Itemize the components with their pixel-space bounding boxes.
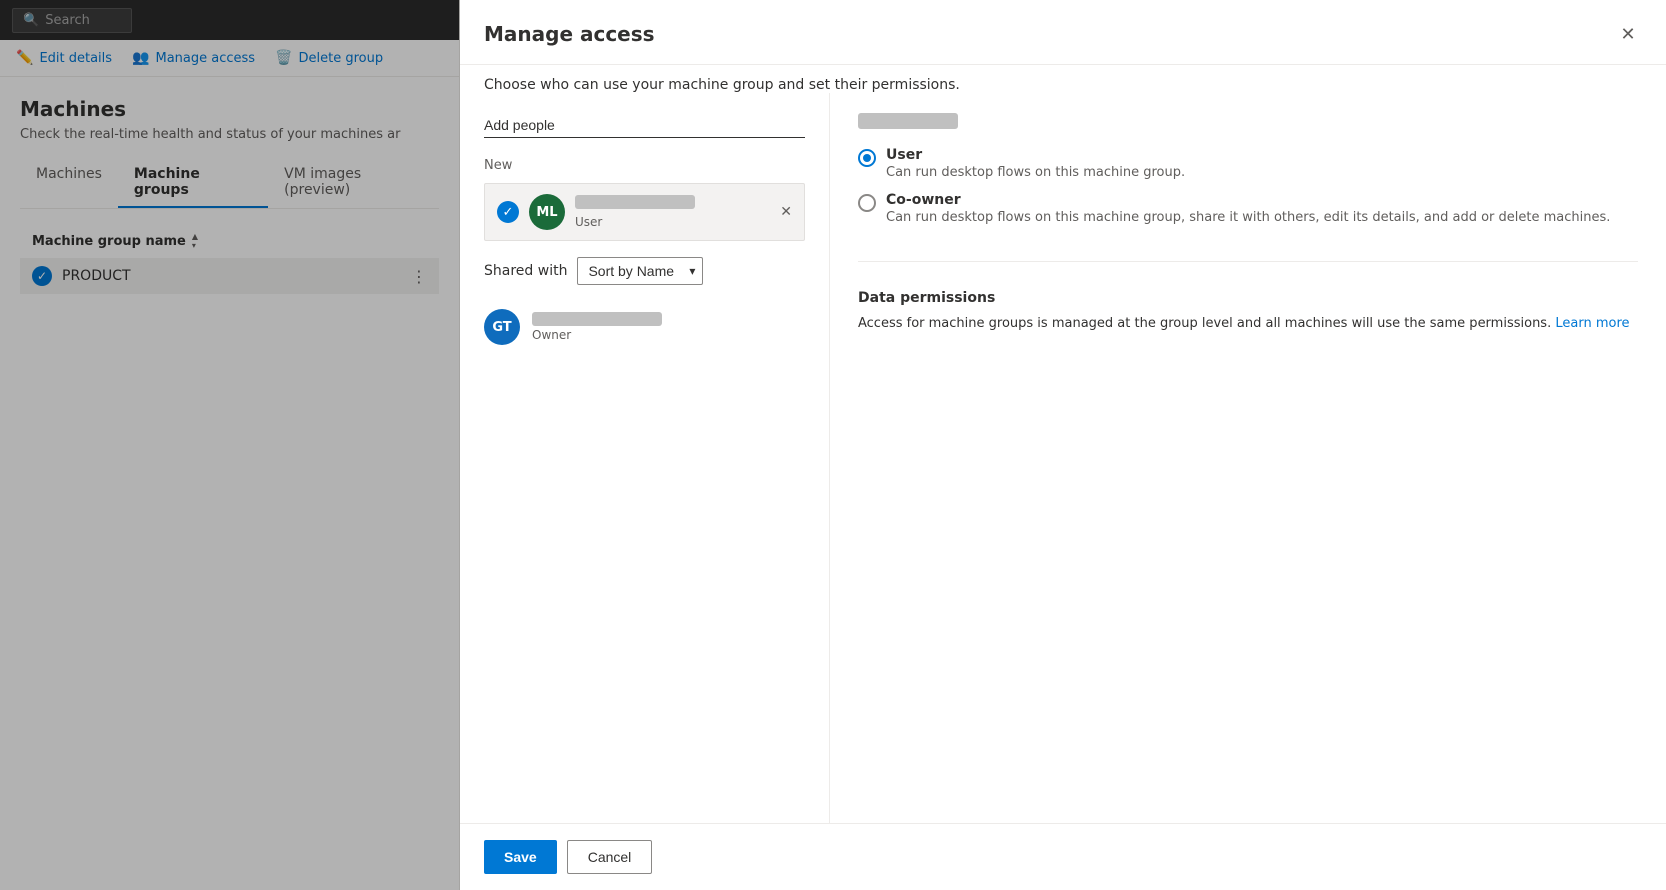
- shared-user-name: [532, 312, 662, 326]
- save-button[interactable]: Save: [484, 840, 557, 874]
- data-permissions-body: Access for machine groups is managed at …: [858, 316, 1551, 331]
- new-user-role: User: [575, 215, 770, 229]
- left-panel: New ✓ ML User ✕ Shared with Sort by Name…: [460, 93, 830, 823]
- add-people-input[interactable]: [484, 113, 805, 138]
- cancel-button[interactable]: Cancel: [567, 840, 653, 874]
- radio-user-circle[interactable]: [858, 149, 876, 167]
- shared-user-avatar: GT: [484, 309, 520, 345]
- learn-more-link[interactable]: Learn more: [1555, 316, 1629, 331]
- modal-footer: Save Cancel: [460, 823, 1666, 890]
- new-user-avatar: ML: [529, 194, 565, 230]
- shared-user-info: Owner: [532, 312, 662, 342]
- data-permissions-section: Data permissions Access for machine grou…: [858, 290, 1638, 334]
- radio-user-desc: Can run desktop flows on this machine gr…: [886, 165, 1185, 180]
- new-section-label: New: [484, 158, 805, 173]
- new-user-card: ✓ ML User ✕: [484, 183, 805, 241]
- modal-close-button[interactable]: ✕: [1614, 20, 1642, 48]
- data-permissions-title: Data permissions: [858, 290, 1638, 306]
- new-user-remove-button[interactable]: ✕: [780, 204, 792, 220]
- radio-user-label: User: [886, 147, 1185, 163]
- add-people-section: [484, 113, 805, 138]
- radio-coowner-desc: Can run desktop flows on this machine gr…: [886, 210, 1610, 225]
- shared-with-row: Shared with Sort by Name Sort by Role: [484, 257, 805, 285]
- manage-access-modal: Manage access ✕ Choose who can use your …: [460, 0, 1666, 890]
- radio-coowner-circle[interactable]: [858, 194, 876, 212]
- role-section-title: [858, 113, 958, 129]
- sort-select-wrapper: Sort by Name Sort by Role: [577, 257, 703, 285]
- shared-user-item: GT Owner: [484, 301, 805, 353]
- new-user-info: User: [575, 195, 770, 229]
- data-permissions-text: Access for machine groups is managed at …: [858, 314, 1638, 334]
- shared-with-label: Shared with: [484, 263, 567, 279]
- shared-user-role: Owner: [532, 328, 662, 342]
- modal-subtitle: Choose who can use your machine group an…: [460, 65, 1666, 93]
- right-panel: User Can run desktop flows on this machi…: [830, 93, 1666, 823]
- modal-header: Manage access ✕: [460, 0, 1666, 65]
- radio-coowner[interactable]: Co-owner Can run desktop flows on this m…: [858, 192, 1638, 225]
- section-divider: [858, 261, 1638, 262]
- radio-user[interactable]: User Can run desktop flows on this machi…: [858, 147, 1638, 180]
- sort-by-select[interactable]: Sort by Name Sort by Role: [577, 257, 703, 285]
- modal-body: New ✓ ML User ✕ Shared with Sort by Name…: [460, 93, 1666, 823]
- modal-title: Manage access: [484, 22, 655, 46]
- new-user-check[interactable]: ✓: [497, 201, 519, 223]
- radio-coowner-content: Co-owner Can run desktop flows on this m…: [886, 192, 1610, 225]
- radio-coowner-label: Co-owner: [886, 192, 1610, 208]
- radio-user-content: User Can run desktop flows on this machi…: [886, 147, 1185, 180]
- new-user-name: [575, 195, 695, 209]
